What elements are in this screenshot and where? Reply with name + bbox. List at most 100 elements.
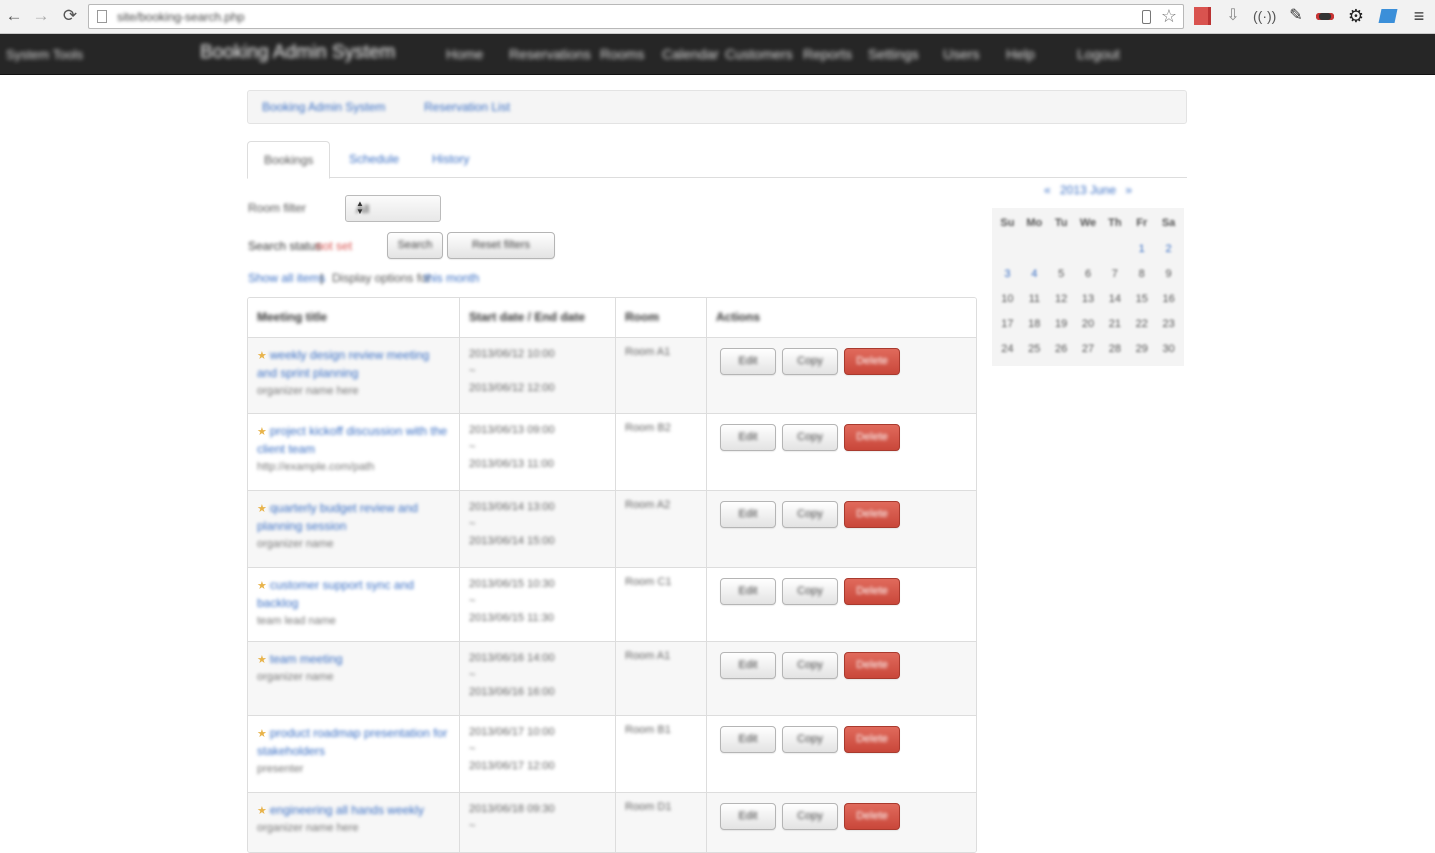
calendar-day[interactable]: 26 xyxy=(1048,337,1075,362)
edit-button[interactable]: Edit xyxy=(720,726,776,753)
calendar-day[interactable]: 4 xyxy=(1021,262,1048,287)
address-bar[interactable]: site/booking-search.php ☆ xyxy=(88,4,1184,29)
reset-filters-button[interactable]: Reset filters xyxy=(447,232,555,259)
delete-button[interactable]: Delete xyxy=(844,652,900,679)
meeting-title-link[interactable]: customer support sync and backlog xyxy=(257,578,414,610)
nav-link[interactable]: Users xyxy=(943,46,980,62)
calendar-day[interactable]: 25 xyxy=(1021,337,1048,362)
calendar-day[interactable]: 21 xyxy=(1101,312,1128,337)
copy-button[interactable]: Copy xyxy=(782,501,838,528)
calendar-day[interactable]: 6 xyxy=(1075,262,1102,287)
tab-history[interactable]: History xyxy=(416,141,485,178)
delete-button[interactable]: Delete xyxy=(844,501,900,528)
calendar-day[interactable]: 13 xyxy=(1075,287,1102,312)
edit-button[interactable]: Edit xyxy=(720,578,776,605)
forward-icon[interactable]: → xyxy=(31,6,51,26)
calendar-day[interactable]: 23 xyxy=(1155,312,1182,337)
edit-button[interactable]: Edit xyxy=(720,501,776,528)
actions-cell: Edit Copy Delete xyxy=(706,716,976,792)
meeting-title-link[interactable]: product roadmap presentation for stakeho… xyxy=(257,726,447,758)
breadcrumb-current[interactable]: Reservation List xyxy=(424,100,510,114)
mobile-icon[interactable] xyxy=(1142,10,1151,24)
calendar-day[interactable]: 9 xyxy=(1155,262,1182,287)
extension-red-icon[interactable] xyxy=(1192,6,1214,28)
edit-button[interactable]: Edit xyxy=(720,348,776,375)
tab-bookings[interactable]: Bookings xyxy=(247,141,331,179)
calendar-day[interactable]: 14 xyxy=(1101,287,1128,312)
calendar-day[interactable]: 17 xyxy=(994,312,1021,337)
nav-link[interactable]: Logout xyxy=(1077,46,1120,62)
menu-icon[interactable]: ≡ xyxy=(1408,6,1430,26)
nav-link[interactable]: Calendar xyxy=(662,46,719,62)
search-button[interactable]: Search xyxy=(387,232,443,259)
calendar-day[interactable]: 1 xyxy=(1128,237,1155,262)
copy-button[interactable]: Copy xyxy=(782,348,838,375)
wave-icon[interactable]: ((·)) xyxy=(1253,6,1276,28)
calendar-day[interactable]: 12 xyxy=(1048,287,1075,312)
table-row: ★ engineering all hands weekly organizer n… xyxy=(248,792,976,852)
nav-link[interactable]: Rooms xyxy=(600,46,644,62)
nav-link[interactable]: Help xyxy=(1006,46,1035,62)
calendar-day[interactable]: 20 xyxy=(1075,312,1102,337)
this-month-link[interactable]: this month xyxy=(424,271,479,285)
meeting-title-link[interactable]: engineering all hands weekly xyxy=(270,803,424,817)
show-all-link[interactable]: Show all items xyxy=(248,271,325,285)
calendar-day[interactable]: 10 xyxy=(994,287,1021,312)
calendar-day[interactable]: 5 xyxy=(1048,262,1075,287)
bookmark-star-icon[interactable]: ☆ xyxy=(1161,6,1177,27)
copy-button[interactable]: Copy xyxy=(782,578,838,605)
extension-blue-icon[interactable] xyxy=(1377,6,1399,28)
meeting-title-link[interactable]: quarterly budget review and planning ses… xyxy=(257,501,418,533)
edit-button[interactable]: Edit xyxy=(720,424,776,451)
copy-button[interactable]: Copy xyxy=(782,803,838,830)
nav-link[interactable]: Settings xyxy=(868,46,919,62)
calendar-day[interactable]: 19 xyxy=(1048,312,1075,337)
navbar-left-text[interactable]: System Tools xyxy=(6,47,83,62)
calendar-next[interactable]: » xyxy=(1125,183,1132,197)
edit-button[interactable]: Edit xyxy=(720,803,776,830)
meeting-title-link[interactable]: project kickoff discussion with the clie… xyxy=(257,424,447,456)
copy-button[interactable]: Copy xyxy=(782,424,838,451)
meeting-title-link[interactable]: team meeting xyxy=(270,652,343,666)
calendar-day[interactable]: 18 xyxy=(1021,312,1048,337)
edit-button[interactable]: Edit xyxy=(720,652,776,679)
room-filter-select[interactable]: All ▲ ▼ xyxy=(345,195,441,222)
calendar-day[interactable]: 2 xyxy=(1155,237,1182,262)
nav-link[interactable]: Customers xyxy=(725,46,793,62)
copy-button[interactable]: Copy xyxy=(782,726,838,753)
delete-button[interactable]: Delete xyxy=(844,578,900,605)
calendar-day[interactable]: 22 xyxy=(1128,312,1155,337)
delete-button[interactable]: Delete xyxy=(844,348,900,375)
back-icon[interactable]: ← xyxy=(4,6,24,26)
calendar-day[interactable]: 27 xyxy=(1075,337,1102,362)
meeting-title-link[interactable]: weekly design review meeting and sprint … xyxy=(257,348,429,380)
navbar-brand[interactable]: Booking Admin System xyxy=(200,42,395,64)
calendar-day[interactable]: 16 xyxy=(1155,287,1182,312)
gear-icon[interactable]: ⚙ xyxy=(1345,6,1367,28)
mask-icon[interactable] xyxy=(1314,6,1336,28)
calendar-day[interactable]: 24 xyxy=(994,337,1021,362)
calendar-day[interactable]: 3 xyxy=(994,262,1021,287)
calendar-day[interactable]: 11 xyxy=(1021,287,1048,312)
delete-button[interactable]: Delete xyxy=(844,803,900,830)
header-cell: Meeting title xyxy=(248,298,459,337)
breadcrumb-root[interactable]: Booking Admin System xyxy=(262,100,385,114)
nav-link[interactable]: Home xyxy=(446,46,483,62)
delete-button[interactable]: Delete xyxy=(844,726,900,753)
calendar-day[interactable]: 30 xyxy=(1155,337,1182,362)
calendar-day[interactable]: 28 xyxy=(1101,337,1128,362)
nav-link[interactable]: Reports xyxy=(803,46,852,62)
address-url[interactable]: site/booking-search.php xyxy=(117,10,244,24)
download-icon[interactable]: ⇩ xyxy=(1222,6,1244,28)
tab-schedule[interactable]: Schedule xyxy=(333,141,415,178)
calendar-day[interactable]: 8 xyxy=(1128,262,1155,287)
nav-link[interactable]: Reservations xyxy=(509,46,591,62)
calendar-day[interactable]: 29 xyxy=(1128,337,1155,362)
delete-button[interactable]: Delete xyxy=(844,424,900,451)
reload-icon[interactable]: ⟳ xyxy=(60,6,80,26)
calendar-day[interactable]: 15 xyxy=(1128,287,1155,312)
copy-button[interactable]: Copy xyxy=(782,652,838,679)
calendar-prev[interactable]: « xyxy=(1044,183,1051,197)
calendar-day[interactable]: 7 xyxy=(1101,262,1128,287)
eyedropper-icon[interactable]: ✎ xyxy=(1285,6,1307,28)
